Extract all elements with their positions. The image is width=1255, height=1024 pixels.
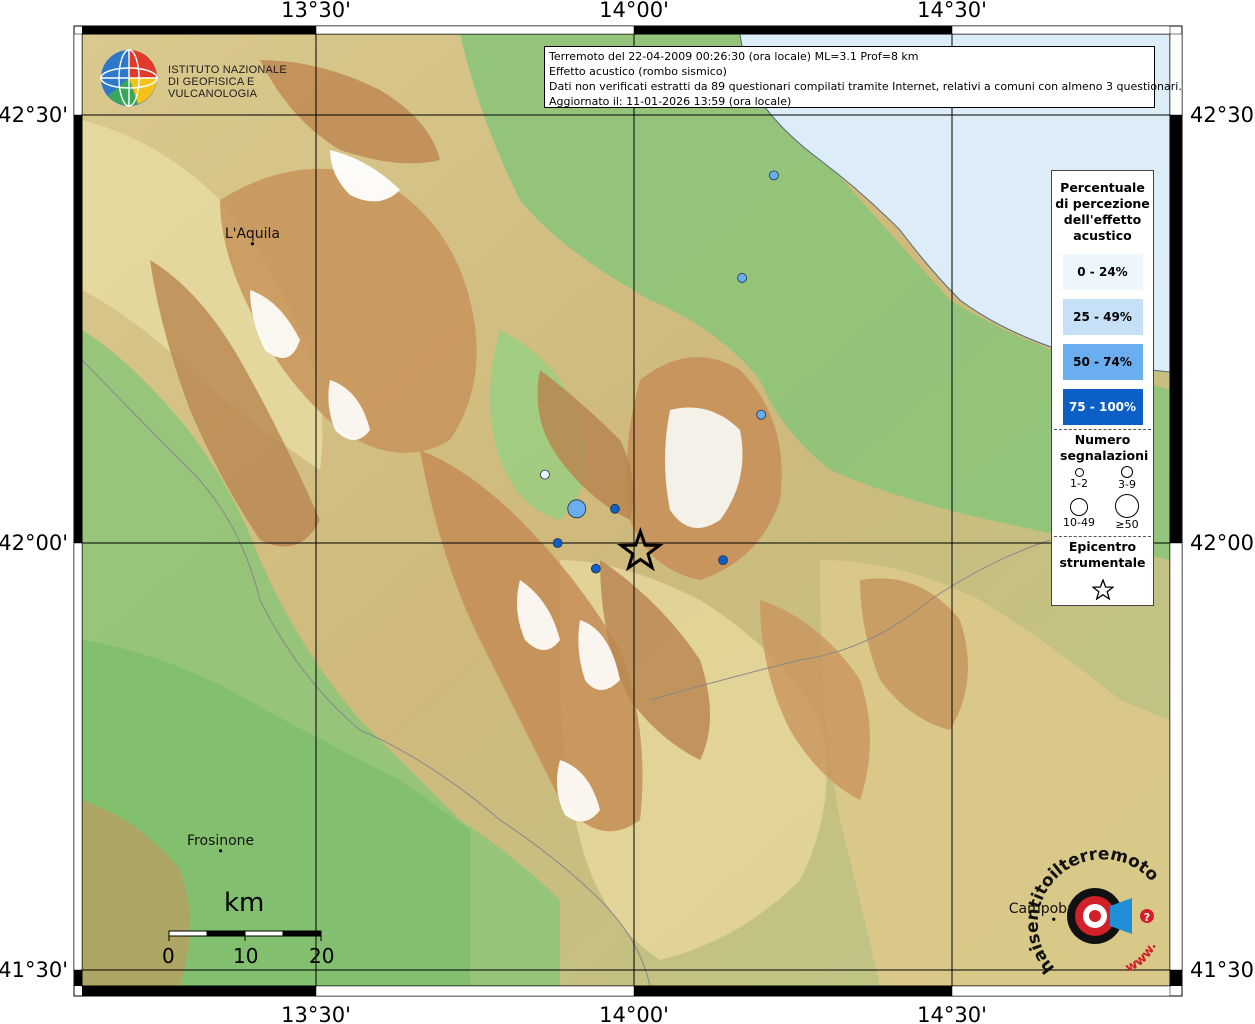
legend-size-grid: 1-2 3-9 10-49 ≥50 [1052,464,1153,536]
lat-label-left-1: 42°30' [0,103,68,127]
observation-marker[interactable] [590,563,601,574]
scale-tick-0: 0 [162,944,175,968]
circle-icon [1070,498,1088,516]
city-marker [250,242,254,246]
city-marker [219,849,223,853]
lon-label-top-1: 13°30' [281,0,351,22]
event-line-1: Terremoto del 22-04-2009 00:26:30 (ora l… [549,50,919,63]
lon-label-bottom-2: 14°00' [599,1003,669,1024]
legend-size-3-9: 3-9 [1102,466,1152,491]
observation-marker[interactable] [737,273,748,283]
legend-size-1-2: 1-2 [1054,468,1104,490]
observation-marker[interactable] [756,409,767,420]
institute-line-2: DI GEOFISICA E VULCANOLOGIA [168,76,258,100]
legend-size-10-49: 10-49 [1054,498,1104,529]
event-line-3: Dati non verificati estratti da 89 quest… [549,80,1182,93]
circle-icon [1115,494,1139,518]
legend-swatch-25-49: 25 - 49% [1062,299,1143,335]
event-line-2: Effetto acustico (rombo sismico) [549,65,727,78]
lat-label-left-2: 42°00' [0,531,68,555]
lon-label-bottom-3: 14°30' [917,1003,987,1024]
city-label: Frosinone [187,833,254,849]
legend-count-title: Numero segnalazioni [1060,432,1149,463]
legend-swatch-75-100: 75 - 100% [1062,389,1143,425]
observation-marker[interactable] [610,503,620,514]
circle-icon [1074,468,1084,477]
circle-icon [1121,466,1133,478]
legend-title: Percentuale di percezione dell'effetto a… [1055,180,1150,243]
lon-label-bottom-1: 13°30' [281,1003,351,1024]
event-info-box: Terremoto del 22-04-2009 00:26:30 (ora l… [544,46,1182,108]
observation-marker[interactable] [552,538,563,548]
svg-text:?: ? [1144,911,1150,924]
scale-bar: km 0 10 20 [162,886,342,976]
lat-label-right-1: 42°30' [1190,103,1255,127]
ingv-logo: ISTITUTO NAZIONALE DI GEOFISICA E VULCAN… [98,48,328,108]
observation-marker[interactable] [540,469,550,480]
legend-size-50-plus: ≥50 [1102,494,1152,531]
lat-label-right-2: 42°00' [1190,531,1255,555]
svg-text:www.: www. [1123,940,1160,976]
observation-marker[interactable] [718,555,728,565]
lat-label-right-3: 41°30' [1190,958,1255,982]
watermark-url: www. [1123,940,1160,976]
globe-icon [100,49,158,107]
legend-swatch-50-74: 50 - 74% [1062,344,1143,380]
event-line-4: Aggiornato il: 11-01-2026 13:59 (ora loc… [549,95,792,108]
scale-tick-20: 20 [309,944,335,968]
haisentito-logo: haisentitoilterremoto.it www. ? [1006,835,1180,980]
lon-label-top-3: 14°30' [917,0,987,22]
legend-size-label: ≥50 [1115,518,1139,531]
legend-size-label: 1-2 [1070,477,1088,490]
legend-swatch-0-24: 0 - 24% [1062,254,1143,290]
watermark-graphic: haisentitoilterremoto.it www. ? [1006,835,1163,977]
legend: Percentuale di percezione dell'effetto a… [1051,170,1154,606]
observation-marker[interactable] [567,499,587,519]
star-icon [1052,578,1153,605]
legend-size-label: 3-9 [1118,478,1136,491]
legend-size-label: 10-49 [1063,516,1095,529]
lat-label-left-3: 41°30' [0,958,68,982]
city-label: L'Aquila [225,226,280,242]
scale-bar-graphic [168,930,322,941]
institute-name: ISTITUTO NAZIONALE DI GEOFISICA E VULCAN… [168,64,328,100]
institute-line-1: ISTITUTO NAZIONALE [168,64,287,76]
legend-epicenter-title: Epicentro strumentale [1059,539,1146,570]
observation-marker[interactable] [769,170,779,181]
scale-tick-10: 10 [233,944,259,968]
lon-label-top-2: 14°00' [599,0,669,22]
